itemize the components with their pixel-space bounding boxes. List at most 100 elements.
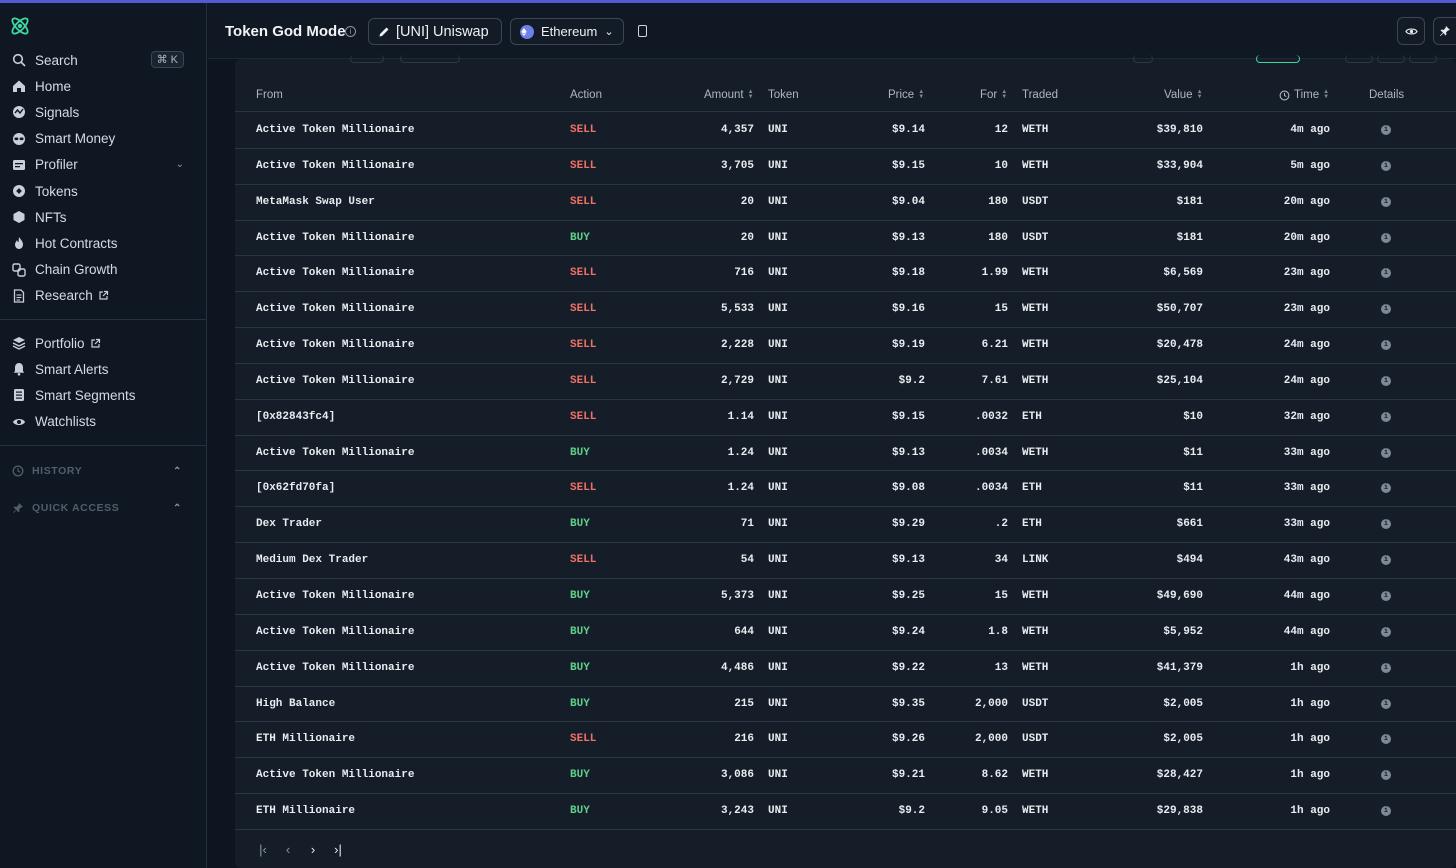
toolbar-control[interactable] bbox=[1133, 55, 1153, 63]
table-row[interactable]: Active Token Millionaire BUY 644 UNI $9.24 1.… bbox=[235, 615, 1456, 651]
from-cell[interactable]: ETH Millionaire bbox=[256, 733, 355, 745]
column-header-value[interactable]: Value ▲ ▼ bbox=[1164, 89, 1203, 101]
column-header-traded[interactable]: Traded bbox=[1022, 89, 1058, 101]
toolbar-toggle-active[interactable] bbox=[1256, 55, 1300, 63]
first-page-icon[interactable]: |‹ bbox=[255, 841, 271, 857]
from-cell[interactable]: Active Token Millionaire bbox=[256, 339, 414, 351]
details-info-icon[interactable]: i bbox=[1381, 770, 1391, 781]
quick-access-section-header[interactable]: QUICK ACCESS ⌃ bbox=[12, 502, 192, 514]
chevron-down-icon[interactable]: ⌄ bbox=[176, 159, 184, 170]
sidebar-item-watchlists[interactable]: Watchlists bbox=[0, 409, 206, 435]
details-info-icon[interactable]: i bbox=[1381, 125, 1391, 135]
previous-page-icon[interactable]: ‹ bbox=[280, 841, 296, 857]
column-header-price[interactable]: Price ▲ ▼ bbox=[888, 89, 924, 101]
from-cell[interactable]: Active Token Millionaire bbox=[256, 447, 414, 459]
nansen-logo-icon[interactable] bbox=[8, 14, 32, 38]
from-cell[interactable]: Active Token Millionaire bbox=[256, 303, 414, 315]
table-row[interactable]: ETH Millionaire BUY 3,243 UNI $9.2 9.05 WETH $2… bbox=[235, 794, 1456, 830]
from-cell[interactable]: Dex Trader bbox=[256, 518, 322, 530]
from-cell[interactable]: [0x62fd70fa] bbox=[256, 482, 335, 494]
from-cell[interactable]: MetaMask Swap User bbox=[256, 196, 375, 208]
details-info-icon[interactable]: i bbox=[1381, 340, 1391, 351]
chevron-up-icon[interactable]: ⌃ bbox=[173, 503, 182, 514]
from-cell[interactable]: [0x82843fc4] bbox=[256, 411, 335, 423]
sidebar-item-signals[interactable]: Signals bbox=[0, 99, 206, 125]
details-info-icon[interactable]: i bbox=[1381, 698, 1391, 709]
from-cell[interactable]: ETH Millionaire bbox=[256, 805, 355, 817]
sidebar-item-chain-growth[interactable]: Chain Growth bbox=[0, 257, 206, 283]
from-cell[interactable]: Active Token Millionaire bbox=[256, 626, 414, 638]
token-selector-button[interactable]: [UNI] Uniswap bbox=[368, 18, 502, 45]
toolbar-control[interactable] bbox=[1345, 55, 1373, 63]
sidebar-item-smart-alerts[interactable]: Smart Alerts bbox=[0, 356, 206, 382]
from-cell[interactable]: Active Token Millionaire bbox=[256, 375, 414, 387]
sidebar-item-nfts[interactable]: NFTs bbox=[0, 204, 206, 230]
last-page-icon[interactable]: ›| bbox=[330, 841, 346, 857]
table-row[interactable]: Active Token Millionaire BUY 3,086 UNI $9.21… bbox=[235, 758, 1456, 795]
details-info-icon[interactable]: i bbox=[1381, 806, 1391, 817]
column-header-for[interactable]: For ▲ ▼ bbox=[980, 89, 1007, 101]
from-cell[interactable]: Active Token Millionaire bbox=[256, 662, 414, 674]
details-info-icon[interactable]: i bbox=[1381, 734, 1391, 745]
table-row[interactable]: MetaMask Swap User SELL 20 UNI $9.04 180 USDT $… bbox=[235, 185, 1456, 221]
next-page-icon[interactable]: › bbox=[305, 841, 321, 857]
details-info-icon[interactable]: i bbox=[1381, 590, 1391, 601]
toolbar-control[interactable] bbox=[1377, 55, 1405, 63]
from-cell[interactable]: Medium Dex Trader bbox=[256, 554, 368, 566]
from-cell[interactable]: High Balance bbox=[256, 698, 335, 710]
details-info-icon[interactable]: i bbox=[1381, 160, 1391, 171]
filter-control[interactable] bbox=[400, 55, 460, 63]
watch-button[interactable] bbox=[1397, 17, 1425, 45]
details-info-icon[interactable]: i bbox=[1381, 411, 1391, 422]
from-cell[interactable]: Active Token Millionaire bbox=[256, 232, 414, 244]
chain-selector-dropdown[interactable]: Ethereum ⌄ bbox=[510, 18, 624, 45]
table-row[interactable]: Active Token Millionaire BUY 4,486 UNI $9.22… bbox=[235, 651, 1456, 687]
sidebar-item-home[interactable]: Home bbox=[0, 73, 206, 99]
table-row[interactable]: Dex Trader BUY 71 UNI $9.29 .2 ETH $661 33m ago i bbox=[235, 507, 1456, 544]
sidebar-item-research[interactable]: Research bbox=[0, 283, 206, 309]
table-row[interactable]: High Balance BUY 215 UNI $9.35 2,000 USDT $2,00… bbox=[235, 687, 1456, 723]
details-info-icon[interactable]: i bbox=[1381, 626, 1391, 637]
details-info-icon[interactable]: i bbox=[1381, 662, 1391, 673]
from-cell[interactable]: Active Token Millionaire bbox=[256, 124, 414, 136]
sidebar-item-hot-contracts[interactable]: Hot Contracts bbox=[0, 230, 206, 256]
details-info-icon[interactable]: i bbox=[1381, 447, 1391, 458]
from-cell[interactable]: Active Token Millionaire bbox=[256, 160, 414, 172]
sidebar-item-portfolio[interactable]: Portfolio bbox=[0, 330, 206, 356]
table-row[interactable]: Medium Dex Trader SELL 54 UNI $9.13 34 LINK $49… bbox=[235, 543, 1456, 579]
details-info-icon[interactable]: i bbox=[1381, 375, 1391, 386]
sidebar-item-smart-segments[interactable]: Smart Segments bbox=[0, 382, 206, 408]
details-info-icon[interactable]: i bbox=[1381, 483, 1391, 494]
info-icon[interactable]: i bbox=[345, 26, 356, 37]
details-info-icon[interactable]: i bbox=[1381, 268, 1391, 279]
from-cell[interactable]: Active Token Millionaire bbox=[256, 769, 414, 781]
sidebar-item-tokens[interactable]: Tokens bbox=[0, 178, 206, 204]
table-row[interactable]: Active Token Millionaire SELL 2,729 UNI $9.2… bbox=[235, 364, 1456, 400]
details-info-icon[interactable]: i bbox=[1381, 555, 1391, 566]
table-row[interactable]: Active Token Millionaire SELL 5,533 UNI $9.1… bbox=[235, 292, 1456, 329]
column-header-token[interactable]: Token bbox=[768, 89, 799, 101]
sidebar-item-profiler[interactable]: Profiler ⌄ bbox=[0, 152, 206, 178]
table-row[interactable]: Active Token Millionaire BUY 20 UNI $9.13 180… bbox=[235, 221, 1456, 257]
column-header-time[interactable]: Time ▲ ▼ bbox=[1279, 89, 1329, 101]
column-header-action[interactable]: Action bbox=[570, 89, 602, 101]
table-row[interactable]: Active Token Millionaire SELL 716 UNI $9.18 1… bbox=[235, 256, 1456, 293]
chevron-up-icon[interactable]: ⌃ bbox=[173, 466, 182, 477]
details-info-icon[interactable]: i bbox=[1381, 196, 1391, 207]
table-row[interactable]: Active Token Millionaire SELL 3,705 UNI $9.1… bbox=[235, 149, 1456, 185]
details-info-icon[interactable]: i bbox=[1381, 519, 1391, 530]
table-row[interactable]: Active Token Millionaire BUY 1.24 UNI $9.13.… bbox=[235, 436, 1456, 472]
sidebar-item-smart-money[interactable]: Smart Money bbox=[0, 126, 206, 152]
table-row[interactable]: Active Token Millionaire SELL 4,357 UNI $9.1… bbox=[235, 113, 1456, 149]
pin-button[interactable] bbox=[1433, 17, 1456, 45]
table-row[interactable]: [0x62fd70fa] SELL 1.24 UNI $9.08 .0034 ETH $11 3… bbox=[235, 471, 1456, 508]
table-row[interactable]: Active Token Millionaire BUY 5,373 UNI $9.25… bbox=[235, 579, 1456, 615]
copy-icon[interactable] bbox=[638, 25, 647, 37]
column-header-from[interactable]: From bbox=[256, 89, 283, 101]
from-cell[interactable]: Active Token Millionaire bbox=[256, 590, 414, 602]
table-row[interactable]: Active Token Millionaire SELL 2,228 UNI $9.1… bbox=[235, 328, 1456, 364]
filter-control[interactable] bbox=[350, 55, 384, 63]
table-row[interactable]: ETH Millionaire SELL 216 UNI $9.26 2,000 USDT $… bbox=[235, 722, 1456, 759]
table-row[interactable]: [0x82843fc4] SELL 1.14 UNI $9.15 .0032 ETH $10 3… bbox=[235, 400, 1456, 436]
from-cell[interactable]: Active Token Millionaire bbox=[256, 267, 414, 279]
